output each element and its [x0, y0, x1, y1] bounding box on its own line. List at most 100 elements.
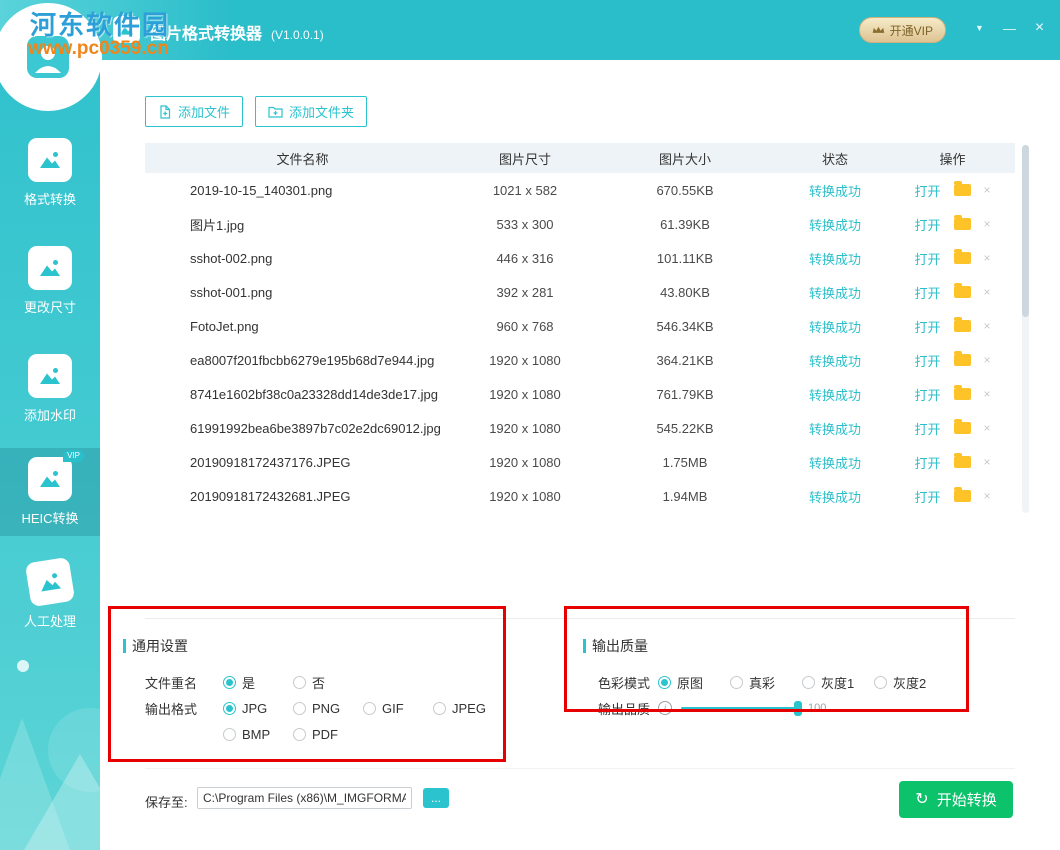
status-text: 转换成功	[780, 249, 890, 268]
add-file-button[interactable]: 添加文件	[145, 96, 243, 127]
save-path-input[interactable]	[197, 787, 412, 809]
header-file-size: 图片大小	[590, 149, 780, 168]
radio-dot	[223, 676, 236, 689]
header-file-name: 文件名称	[145, 149, 460, 168]
folder-icon[interactable]	[954, 320, 971, 332]
open-link[interactable]: 打开	[914, 181, 940, 200]
row-operations: 打开 ×	[890, 487, 1015, 506]
radio-label: PNG	[312, 701, 340, 716]
menu-caret-icon[interactable]: ▼	[971, 16, 988, 40]
table-scrollbar[interactable]	[1022, 145, 1029, 513]
folder-icon[interactable]	[954, 354, 971, 366]
output-quality-title-text: 输出质量	[592, 636, 648, 656]
radio-format-jpeg[interactable]: JPEG	[433, 701, 503, 716]
open-link[interactable]: 打开	[914, 317, 940, 336]
open-link[interactable]: 打开	[914, 487, 940, 506]
radio-label: BMP	[242, 727, 270, 742]
folder-icon[interactable]	[954, 422, 971, 434]
format-row-2: BMP PDF	[223, 726, 563, 742]
folder-icon[interactable]	[954, 184, 971, 196]
remove-icon[interactable]: ×	[984, 421, 991, 435]
radio-dot	[730, 676, 743, 689]
radio-format-png[interactable]: PNG	[293, 701, 363, 716]
folder-icon[interactable]	[954, 286, 971, 298]
remove-icon[interactable]: ×	[984, 455, 991, 469]
radio-color-gray1[interactable]: 灰度1	[802, 673, 874, 692]
sidebar-item-label: HEIC转换	[21, 508, 78, 527]
folder-icon[interactable]	[954, 388, 971, 400]
add-folder-button[interactable]: 添加文件夹	[255, 96, 367, 127]
remove-icon[interactable]: ×	[984, 353, 991, 367]
color-mode-label: 色彩模式	[598, 673, 658, 692]
radio-color-gray2[interactable]: 灰度2	[874, 673, 946, 692]
row-operations: 打开 ×	[890, 419, 1015, 438]
folder-icon[interactable]	[954, 490, 971, 502]
sidebar-item-resize[interactable]: 更改尺寸	[0, 246, 100, 316]
open-link[interactable]: 打开	[914, 215, 940, 234]
section-divider	[145, 618, 1015, 619]
file-name: 2019-10-15_140301.png	[145, 183, 460, 198]
quality-slider[interactable]	[681, 707, 799, 710]
minimize-icon[interactable]: —	[1001, 16, 1018, 40]
radio-format-jpg[interactable]: JPG	[223, 701, 293, 716]
row-operations: 打开 ×	[890, 317, 1015, 336]
crown-icon	[872, 25, 885, 35]
folder-icon[interactable]	[954, 252, 971, 264]
remove-icon[interactable]: ×	[984, 251, 991, 265]
radio-format-gif[interactable]: GIF	[363, 701, 433, 716]
browse-button[interactable]: ...	[423, 788, 449, 808]
radio-dot	[874, 676, 887, 689]
image-dimensions: 1021 x 582	[460, 183, 590, 198]
status-text: 转换成功	[780, 181, 890, 200]
image-dimensions: 1920 x 1080	[460, 353, 590, 368]
radio-rename-no[interactable]: 否	[293, 673, 363, 692]
picture-icon: VIP	[28, 457, 72, 501]
open-link[interactable]: 打开	[914, 385, 940, 404]
open-link[interactable]: 打开	[914, 283, 940, 302]
open-vip-button[interactable]: 开通VIP	[859, 17, 946, 43]
table-row: 20190918172432681.JPEG 1920 x 1080 1.94M…	[145, 479, 1015, 513]
sidebar-item-manual-process[interactable]: 人工处理	[0, 560, 100, 630]
start-convert-button[interactable]: ↻ 开始转换	[899, 781, 1013, 818]
image-dimensions: 960 x 768	[460, 319, 590, 334]
sidebar-item-watermark[interactable]: 添加水印	[0, 354, 100, 424]
radio-dot	[223, 702, 236, 715]
file-table: 文件名称 图片尺寸 图片大小 状态 操作 2019-10-15_140301.p…	[145, 143, 1015, 513]
open-link[interactable]: 打开	[914, 351, 940, 370]
radio-label: JPEG	[452, 701, 486, 716]
radio-label: 灰度1	[821, 673, 854, 692]
radio-dot	[363, 702, 376, 715]
sidebar-item-heic-convert[interactable]: VIP HEIC转换	[0, 448, 100, 536]
status-text: 转换成功	[780, 351, 890, 370]
remove-icon[interactable]: ×	[984, 319, 991, 333]
output-quality-row: 输出品质 i 100	[598, 700, 1023, 716]
radio-color-original[interactable]: 原图	[658, 673, 730, 692]
radio-label: 真彩	[749, 673, 775, 692]
sidebar-item-format-convert[interactable]: 格式转换	[0, 138, 100, 208]
file-name: sshot-001.png	[145, 285, 460, 300]
slider-handle[interactable]	[794, 701, 802, 716]
title-tick	[583, 639, 586, 653]
remove-icon[interactable]: ×	[984, 285, 991, 299]
radio-format-pdf[interactable]: PDF	[293, 727, 363, 742]
open-link[interactable]: 打开	[914, 419, 940, 438]
file-name: FotoJet.png	[145, 319, 460, 334]
open-link[interactable]: 打开	[914, 249, 940, 268]
folder-icon[interactable]	[954, 218, 971, 230]
radio-color-truecolor[interactable]: 真彩	[730, 673, 802, 692]
remove-icon[interactable]: ×	[984, 387, 991, 401]
remove-icon[interactable]: ×	[984, 183, 991, 197]
scrollbar-thumb[interactable]	[1022, 145, 1029, 317]
radio-rename-yes[interactable]: 是	[223, 673, 293, 692]
sidebar: 格式转换 更改尺寸 添加水印 VIP HEIC转换 人工处理	[0, 60, 100, 850]
remove-icon[interactable]: ×	[984, 489, 991, 503]
start-convert-label: 开始转换	[937, 789, 997, 810]
radio-format-bmp[interactable]: BMP	[223, 727, 293, 742]
open-link[interactable]: 打开	[914, 453, 940, 472]
app-title: 图片格式转换器 (V1.0.0.1)	[150, 20, 324, 44]
close-icon[interactable]: ×	[1031, 16, 1048, 40]
radio-label: 是	[242, 673, 255, 692]
folder-icon[interactable]	[954, 456, 971, 468]
radio-dot	[433, 702, 446, 715]
remove-icon[interactable]: ×	[984, 217, 991, 231]
